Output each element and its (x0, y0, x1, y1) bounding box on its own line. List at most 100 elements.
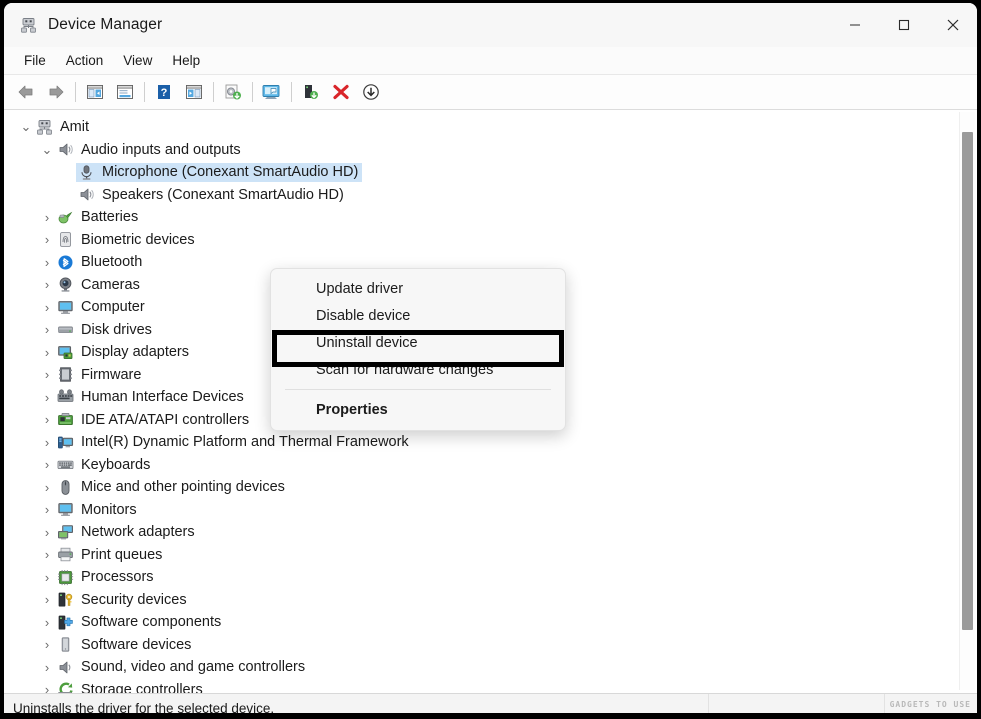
chevron-right-icon[interactable]: › (39, 322, 55, 337)
tree-node-content[interactable]: Audio inputs and outputs (55, 140, 245, 159)
show-hide-action-pane-icon[interactable] (179, 78, 209, 106)
storage-controller-icon (57, 681, 74, 693)
chevron-down-icon[interactable]: ⌄ (39, 143, 55, 156)
tree-node-content[interactable]: Biometric devices (55, 230, 199, 249)
menu-help[interactable]: Help (162, 50, 210, 71)
speaker-icon (57, 141, 74, 158)
tree-node-content[interactable]: Disk drives (55, 320, 156, 339)
computer-root-icon (36, 119, 53, 136)
tree-node[interactable]: ⌄ Amit (4, 116, 944, 139)
tree-node[interactable]: › Keyboards (4, 454, 944, 477)
enable-device-icon[interactable] (296, 78, 326, 106)
chevron-right-icon[interactable]: › (39, 480, 55, 495)
chevron-right-icon[interactable]: › (39, 300, 55, 315)
maximize-button[interactable] (879, 3, 928, 47)
chevron-right-icon[interactable]: › (39, 547, 55, 562)
context-menu-item-uninstall-device[interactable]: Uninstall device (271, 329, 565, 356)
tree-node-content[interactable]: Software components (55, 613, 225, 632)
tree-node[interactable]: › Software devices (4, 634, 944, 657)
tree-node-label: Speakers (Conexant SmartAudio HD) (102, 186, 344, 203)
tree-node-content[interactable]: Computer (55, 298, 149, 317)
tree-node-content[interactable]: Monitors (55, 500, 141, 519)
tree-node[interactable]: Speakers (Conexant SmartAudio HD) (4, 184, 944, 207)
tree-node-content[interactable]: Mice and other pointing devices (55, 478, 289, 497)
tree-node[interactable]: › Network adapters (4, 521, 944, 544)
tree-node[interactable]: › Biometric devices (4, 229, 944, 252)
chevron-right-icon[interactable]: › (39, 457, 55, 472)
chevron-right-icon[interactable]: › (39, 525, 55, 540)
tree-node-content[interactable]: Batteries (55, 208, 142, 227)
tree-node-content[interactable]: Print queues (55, 545, 166, 564)
chevron-right-icon[interactable]: › (39, 390, 55, 405)
scrollbar-thumb[interactable] (962, 132, 973, 630)
tree-node-content[interactable]: Firmware (55, 365, 145, 384)
properties-icon[interactable] (110, 78, 140, 106)
tree-node-content[interactable]: Bluetooth (55, 253, 146, 272)
context-menu-separator (285, 389, 551, 390)
tree-node[interactable]: › Storage controllers (4, 679, 944, 693)
tree-node-content[interactable]: Keyboards (55, 455, 154, 474)
minimize-button[interactable] (830, 3, 879, 47)
chevron-right-icon[interactable]: › (39, 570, 55, 585)
chevron-right-icon[interactable]: › (39, 682, 55, 693)
tree-node[interactable]: › Mice and other pointing devices (4, 476, 944, 499)
tree-node-content[interactable]: IDE ATA/ATAPI controllers (55, 410, 253, 429)
tree-node[interactable]: › Batteries (4, 206, 944, 229)
tree-node-content[interactable]: Processors (55, 568, 158, 587)
chevron-right-icon[interactable]: › (39, 345, 55, 360)
forward-icon[interactable] (41, 78, 71, 106)
close-button[interactable] (928, 3, 977, 47)
tree-node-content[interactable]: Network adapters (55, 523, 199, 542)
tree-node-content[interactable]: Microphone (Conexant SmartAudio HD) (76, 162, 363, 182)
menu-view[interactable]: View (113, 50, 162, 71)
chevron-right-icon[interactable]: › (39, 637, 55, 652)
tree-node-content[interactable]: Security devices (55, 590, 191, 609)
context-menu-item-properties[interactable]: Properties (271, 396, 565, 423)
svg-text:?: ? (161, 87, 168, 99)
tree-node[interactable]: › Security devices (4, 589, 944, 612)
tree-node[interactable]: › Sound, video and game controllers (4, 656, 944, 679)
menu-file[interactable]: File (14, 50, 56, 71)
back-icon[interactable] (11, 78, 41, 106)
chevron-right-icon[interactable]: › (39, 232, 55, 247)
tree-node-content[interactable]: Speakers (Conexant SmartAudio HD) (76, 185, 348, 204)
chevron-right-icon[interactable]: › (39, 660, 55, 675)
chevron-right-icon[interactable]: › (39, 210, 55, 225)
uninstall-device-icon[interactable] (326, 78, 356, 106)
tree-node[interactable]: › Intel(R) Dynamic Platform and Thermal F… (4, 431, 944, 454)
tree-node[interactable]: › Processors (4, 566, 944, 589)
update-driver-icon[interactable] (218, 78, 248, 106)
scan-for-hardware-changes-icon[interactable] (257, 78, 287, 106)
tree-node[interactable]: › Software components (4, 611, 944, 634)
tree-node-content[interactable]: Human Interface Devices (55, 388, 248, 407)
help-icon[interactable]: ? (149, 78, 179, 106)
tree-node[interactable]: › Monitors (4, 499, 944, 522)
tree-node-content[interactable]: Sound, video and game controllers (55, 658, 309, 677)
tree-node-content[interactable]: Display adapters (55, 343, 193, 362)
disable-device-icon[interactable] (356, 78, 386, 106)
tree-node[interactable]: › Print queues (4, 544, 944, 567)
chevron-right-icon[interactable]: › (39, 615, 55, 630)
tree-node-content[interactable]: Cameras (55, 275, 144, 294)
chevron-down-icon[interactable]: ⌄ (18, 120, 34, 133)
context-menu-item-scan-for-hardware-changes[interactable]: Scan for hardware changes (271, 356, 565, 383)
chevron-right-icon[interactable]: › (39, 502, 55, 517)
vertical-scrollbar[interactable] (959, 112, 975, 690)
tree-node-content[interactable]: Intel(R) Dynamic Platform and Thermal Fr… (55, 433, 413, 452)
tree-node-content[interactable]: Storage controllers (55, 680, 207, 693)
tree-node[interactable]: Microphone (Conexant SmartAudio HD) (4, 161, 944, 184)
show-hide-console-tree-icon[interactable] (80, 78, 110, 106)
chevron-right-icon[interactable]: › (39, 435, 55, 450)
chevron-right-icon[interactable]: › (39, 255, 55, 270)
context-menu-item-disable-device[interactable]: Disable device (271, 302, 565, 329)
context-menu-item-update-driver[interactable]: Update driver (271, 275, 565, 302)
tree-node-label: Storage controllers (81, 681, 203, 693)
tree-node-content[interactable]: Software devices (55, 635, 195, 654)
chevron-right-icon[interactable]: › (39, 277, 55, 292)
tree-node-content[interactable]: Amit (34, 118, 93, 137)
chevron-right-icon[interactable]: › (39, 412, 55, 427)
tree-node[interactable]: ⌄ Audio inputs and outputs (4, 139, 944, 162)
menu-action[interactable]: Action (56, 50, 114, 71)
chevron-right-icon[interactable]: › (39, 367, 55, 382)
chevron-right-icon[interactable]: › (39, 592, 55, 607)
